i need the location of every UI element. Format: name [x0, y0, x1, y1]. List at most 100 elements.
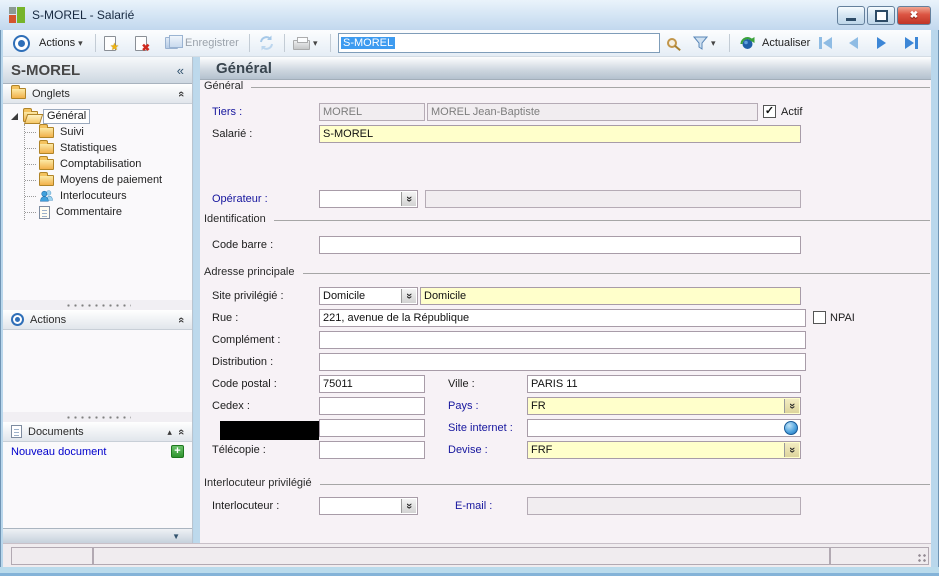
tabs-tree: Général Suivi Statistiques Comptabilisat…: [3, 104, 192, 300]
telephone-field[interactable]: [319, 419, 425, 437]
tiers-code-field: MOREL: [319, 103, 425, 121]
tiers-label: Tiers :: [212, 106, 242, 118]
save-icon: [165, 37, 178, 49]
general-form: Général Tiers : MOREL MOREL Jean-Baptist…: [200, 80, 931, 543]
nav-previous-button[interactable]: [849, 30, 858, 56]
collapse-panel-icon[interactable]: [175, 90, 187, 96]
distribution-field[interactable]: [319, 353, 806, 371]
dropdown-button[interactable]: [401, 499, 416, 513]
interlocuteur-combo[interactable]: [319, 497, 418, 515]
scroll-up-icon[interactable]: [167, 426, 172, 438]
filter-button[interactable]: [693, 30, 716, 56]
complement-field[interactable]: [319, 331, 806, 349]
refresh-button[interactable]: [258, 30, 275, 56]
refresh-data-button[interactable]: Actualiser: [739, 30, 810, 56]
salarie-label: Salarié :: [212, 128, 252, 140]
group-label-identification: Identification: [204, 213, 274, 225]
group-line: [204, 220, 930, 221]
sidebar-title: S-MOREL: [11, 62, 177, 79]
new-document-link[interactable]: Nouveau document: [11, 446, 171, 458]
site-internet-field[interactable]: [527, 419, 801, 437]
devise-label: Devise :: [448, 444, 488, 456]
tree-expander-icon[interactable]: [11, 113, 18, 120]
interlocuteur-label: Interlocuteur :: [212, 500, 279, 512]
panel-drag-handle[interactable]: [3, 300, 192, 310]
salarie-field[interactable]: S-MOREL: [319, 125, 801, 143]
distribution-label: Distribution :: [212, 356, 273, 368]
documents-panel-body: Nouveau document: [3, 442, 192, 461]
dropdown-button[interactable]: [401, 192, 416, 206]
cedex-field[interactable]: [319, 397, 425, 415]
nav-next-button[interactable]: [877, 30, 886, 56]
panel-header-documents[interactable]: Documents: [3, 422, 192, 442]
chevron-down-icon: [708, 37, 716, 49]
tiers-name-field: MOREL Jean-Baptiste: [427, 103, 758, 121]
site-privilegie-combo[interactable]: Domicile: [319, 287, 418, 305]
code-barre-field[interactable]: [319, 236, 801, 254]
search-icon: [667, 38, 677, 48]
tree-item-commentaire[interactable]: Commentaire: [25, 204, 192, 220]
search-button[interactable]: [667, 30, 677, 56]
search-input[interactable]: S-MOREL: [338, 33, 660, 53]
actions-panel-body: [3, 330, 192, 412]
toolbar-separator: [729, 34, 730, 52]
minimize-button[interactable]: [837, 6, 865, 25]
email-label: E-mail :: [455, 500, 492, 512]
dropdown-button[interactable]: [784, 443, 799, 457]
code-postal-field[interactable]: 75011: [319, 375, 425, 393]
telecopie-label: Télécopie :: [212, 444, 266, 456]
sidebar-bottom-bar[interactable]: [3, 528, 192, 543]
ville-field[interactable]: PARIS 11: [527, 375, 801, 393]
tree-item-statistiques[interactable]: Statistiques: [25, 140, 192, 156]
maximize-button[interactable]: [867, 6, 895, 25]
dropdown-button[interactable]: [401, 289, 416, 303]
add-document-button[interactable]: [171, 445, 184, 458]
panel-drag-handle[interactable]: [3, 412, 192, 422]
telecopie-field[interactable]: [319, 441, 425, 459]
new-record-button[interactable]: [104, 30, 116, 56]
npai-checkbox[interactable]: [813, 311, 826, 324]
nav-last-button[interactable]: [905, 30, 918, 56]
resize-grip[interactable]: [917, 553, 927, 563]
operateur-combo[interactable]: [319, 190, 418, 208]
tree-item-comptabilisation[interactable]: Comptabilisation: [25, 156, 192, 172]
documents-icon: [11, 425, 22, 438]
complement-label: Complément :: [212, 334, 280, 346]
chevron-down-icon: [75, 37, 83, 49]
tree-item-general[interactable]: Général: [11, 108, 192, 124]
print-button[interactable]: [293, 30, 318, 56]
devise-combo[interactable]: FRF: [527, 441, 801, 459]
folder-icon: [39, 143, 54, 154]
tree-item-moyens-de-paiement[interactable]: Moyens de paiement: [25, 172, 192, 188]
pays-combo[interactable]: FR: [527, 397, 801, 415]
panel-header-actions[interactable]: Actions: [3, 310, 192, 330]
chevron-down-icon: [310, 37, 318, 49]
page-title: Général: [216, 60, 272, 77]
nav-first-button[interactable]: [819, 30, 832, 56]
site-privilegie-field[interactable]: Domicile: [420, 287, 801, 305]
delete-record-button[interactable]: [135, 30, 147, 56]
tree-item-interlocuteurs[interactable]: Interlocuteurs: [25, 188, 192, 204]
rue-field[interactable]: 221, avenue de la République: [319, 309, 806, 327]
actif-checkbox[interactable]: [763, 105, 776, 118]
save-button[interactable]: Enregistrer: [165, 30, 239, 56]
panel-header-onglets[interactable]: Onglets: [3, 84, 192, 104]
dropdown-button[interactable]: [784, 399, 799, 413]
sidebar: S-MOREL Onglets Général Suivi Stati: [3, 57, 193, 543]
group-line: [204, 273, 930, 274]
note-icon: [39, 206, 50, 219]
status-bar: [3, 543, 931, 567]
collapse-sidebar-icon[interactable]: [177, 63, 184, 78]
actif-label: Actif: [781, 106, 802, 118]
code-barre-label: Code barre :: [212, 239, 273, 251]
filter-icon: [693, 36, 708, 50]
actions-menu-button[interactable]: Actions: [39, 30, 83, 56]
toolbar-separator: [95, 34, 96, 52]
npai-label: NPAI: [830, 312, 855, 324]
actualiser-icon: [739, 35, 756, 52]
close-button[interactable]: [897, 6, 931, 25]
globe-icon[interactable]: [784, 421, 798, 435]
collapse-panel-icon[interactable]: [175, 316, 187, 322]
collapse-panel-icon[interactable]: [175, 428, 187, 434]
tree-item-suivi[interactable]: Suivi: [25, 124, 192, 140]
